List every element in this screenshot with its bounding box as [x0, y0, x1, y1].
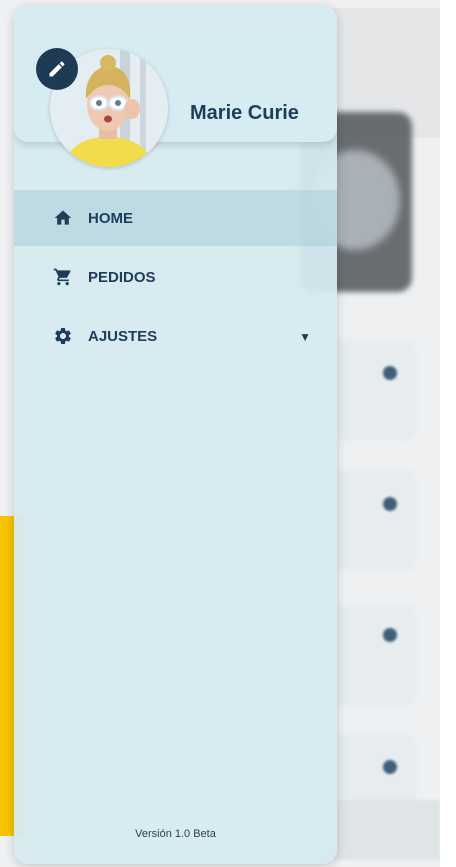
edit-profile-button[interactable] — [36, 48, 78, 90]
nav-item-label: HOME — [88, 209, 133, 227]
pencil-icon — [49, 61, 65, 77]
navigation-drawer: Marie Curie HOME PEDIDOS AJUSTES ▼ Versi… — [14, 6, 337, 864]
background-card — [330, 340, 416, 440]
nav-item-label: PEDIDOS — [88, 268, 156, 286]
background-card — [330, 470, 416, 570]
background-card — [330, 605, 416, 705]
gear-icon — [52, 325, 74, 347]
nav-item-home[interactable]: HOME — [14, 190, 337, 246]
background-edge — [440, 0, 456, 867]
background-dot — [383, 497, 397, 511]
background-dot — [383, 366, 397, 380]
home-icon — [52, 207, 74, 229]
nav-item-pedidos[interactable]: PEDIDOS — [14, 249, 337, 305]
background-dot — [383, 628, 397, 642]
version-label: Versión 1.0 Beta — [135, 828, 216, 840]
background-dot — [383, 760, 397, 774]
nav-menu: HOME PEDIDOS AJUSTES ▼ — [14, 190, 337, 364]
chevron-down-icon[interactable]: ▼ — [299, 330, 311, 344]
nav-item-ajustes[interactable]: AJUSTES ▼ — [14, 308, 337, 364]
user-name: Marie Curie — [190, 102, 299, 124]
cart-icon — [52, 266, 74, 288]
nav-item-label: AJUSTES — [88, 327, 158, 345]
drawer-header: Marie Curie — [14, 6, 337, 167]
